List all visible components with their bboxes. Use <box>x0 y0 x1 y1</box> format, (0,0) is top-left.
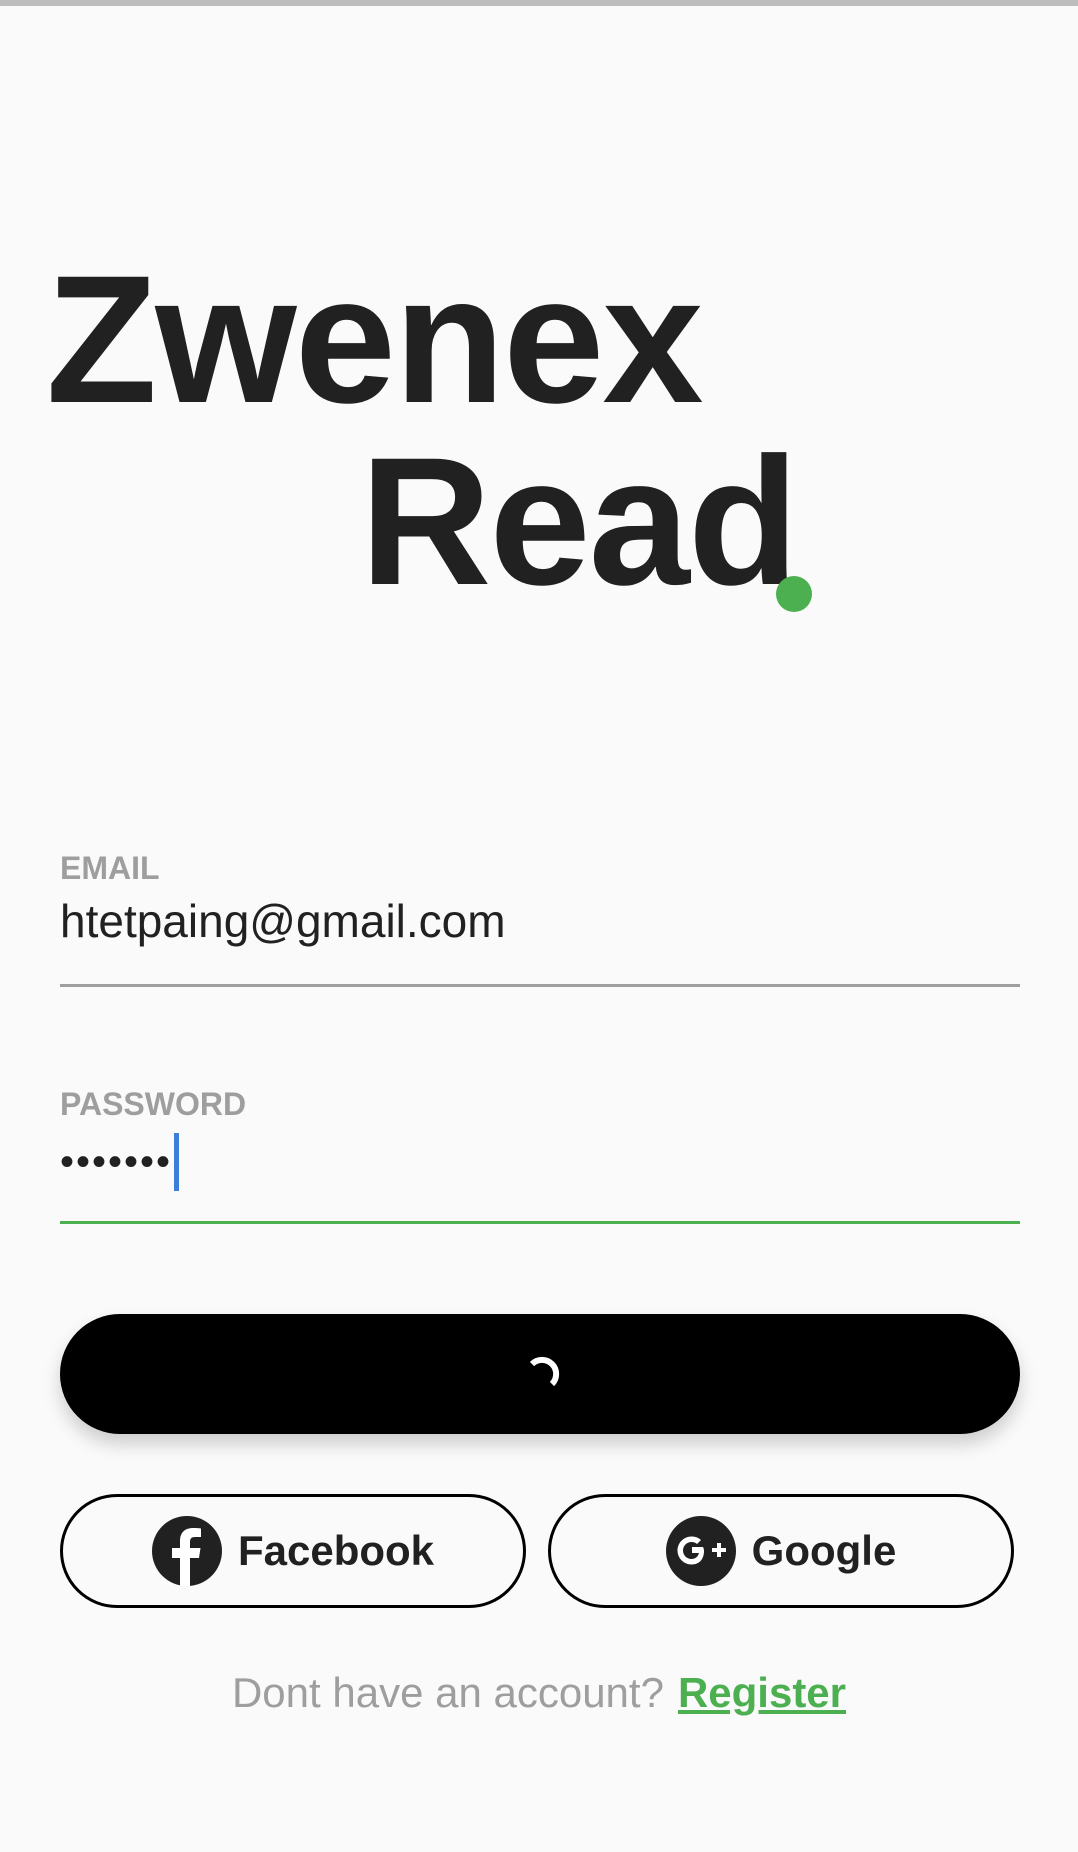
password-masked-value: ••••••• <box>60 1140 173 1184</box>
email-input[interactable]: htetpaing@gmail.com <box>60 898 506 944</box>
facebook-label: Facebook <box>237 1527 435 1574</box>
password-underline <box>60 1221 1020 1224</box>
google-login-button[interactable]: Google <box>548 1494 1014 1608</box>
app-logo-line1: Zwenex <box>46 237 704 441</box>
google-plus-icon <box>665 1516 736 1586</box>
facebook-login-button[interactable]: Facebook <box>60 1494 526 1608</box>
top-progress-bar <box>0 0 1078 6</box>
app-logo-line2: Read <box>360 419 799 623</box>
login-button[interactable] <box>60 1314 1020 1434</box>
register-link[interactable]: Register <box>678 1669 846 1716</box>
email-underline <box>60 984 1020 987</box>
google-label: Google <box>751 1527 897 1574</box>
register-prompt-text: Dont have an account? <box>231 1669 664 1716</box>
email-label: EMAIL <box>60 850 160 886</box>
text-caret <box>174 1133 180 1191</box>
logo-accent-dot <box>776 576 812 612</box>
password-input[interactable]: ••••••• <box>60 1132 180 1192</box>
facebook-icon <box>151 1516 222 1586</box>
register-prompt: Dont have an account? Register <box>0 1672 1078 1714</box>
loading-spinner-icon <box>529 1356 560 1387</box>
password-label: PASSWORD <box>60 1086 247 1122</box>
